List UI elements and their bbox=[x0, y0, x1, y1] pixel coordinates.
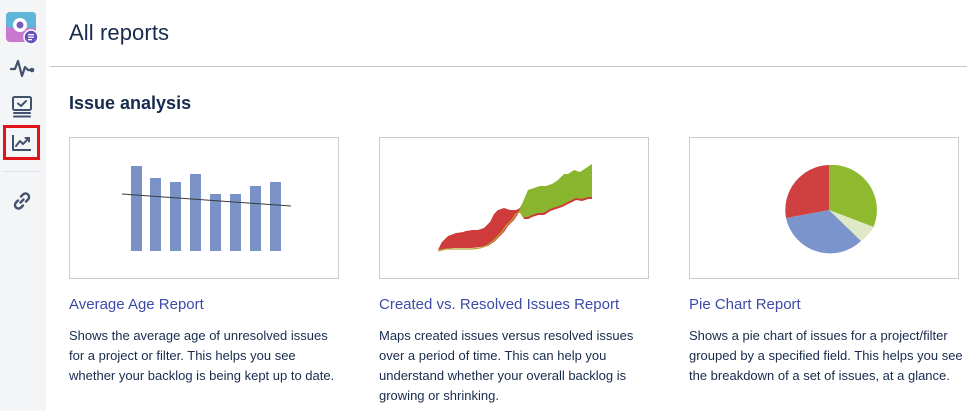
average-age-description: Shows the average age of unresolved issu… bbox=[69, 328, 335, 383]
report-card-created-vs-resolved[interactable]: Created vs. Resolved Issues Report Maps … bbox=[379, 137, 649, 403]
pie-chart-report-link[interactable]: Pie Chart Report bbox=[689, 296, 801, 313]
activity-icon[interactable] bbox=[7, 53, 37, 83]
created-vs-resolved-report-link[interactable]: Created vs. Resolved Issues Report bbox=[379, 296, 619, 313]
pie-chart-description: Shows a pie chart of issues for a projec… bbox=[689, 328, 963, 383]
pie-chart-thumbnail[interactable] bbox=[689, 137, 959, 279]
reports-icon[interactable] bbox=[3, 125, 40, 160]
main-content: All reports Issue analysis Average Age R… bbox=[50, 0, 967, 411]
sidebar-divider bbox=[4, 171, 40, 172]
created-vs-resolved-description: Maps created issues versus resolved issu… bbox=[379, 328, 634, 403]
project-avatar-icon[interactable] bbox=[5, 11, 39, 45]
average-age-thumbnail[interactable] bbox=[69, 137, 339, 279]
report-card-average-age[interactable]: Average Age Report Shows the average age… bbox=[69, 137, 339, 383]
report-card-pie-chart[interactable]: Pie Chart Report Shows a pie chart of is… bbox=[689, 137, 963, 383]
page-title: All reports bbox=[69, 20, 170, 45]
section-title: Issue analysis bbox=[69, 93, 192, 113]
project-sidebar bbox=[0, 0, 46, 411]
board-icon[interactable] bbox=[7, 91, 37, 121]
header-divider bbox=[50, 66, 967, 67]
link-icon[interactable] bbox=[7, 186, 37, 216]
created-vs-resolved-thumbnail[interactable] bbox=[379, 137, 649, 279]
average-age-report-link[interactable]: Average Age Report bbox=[69, 296, 204, 313]
